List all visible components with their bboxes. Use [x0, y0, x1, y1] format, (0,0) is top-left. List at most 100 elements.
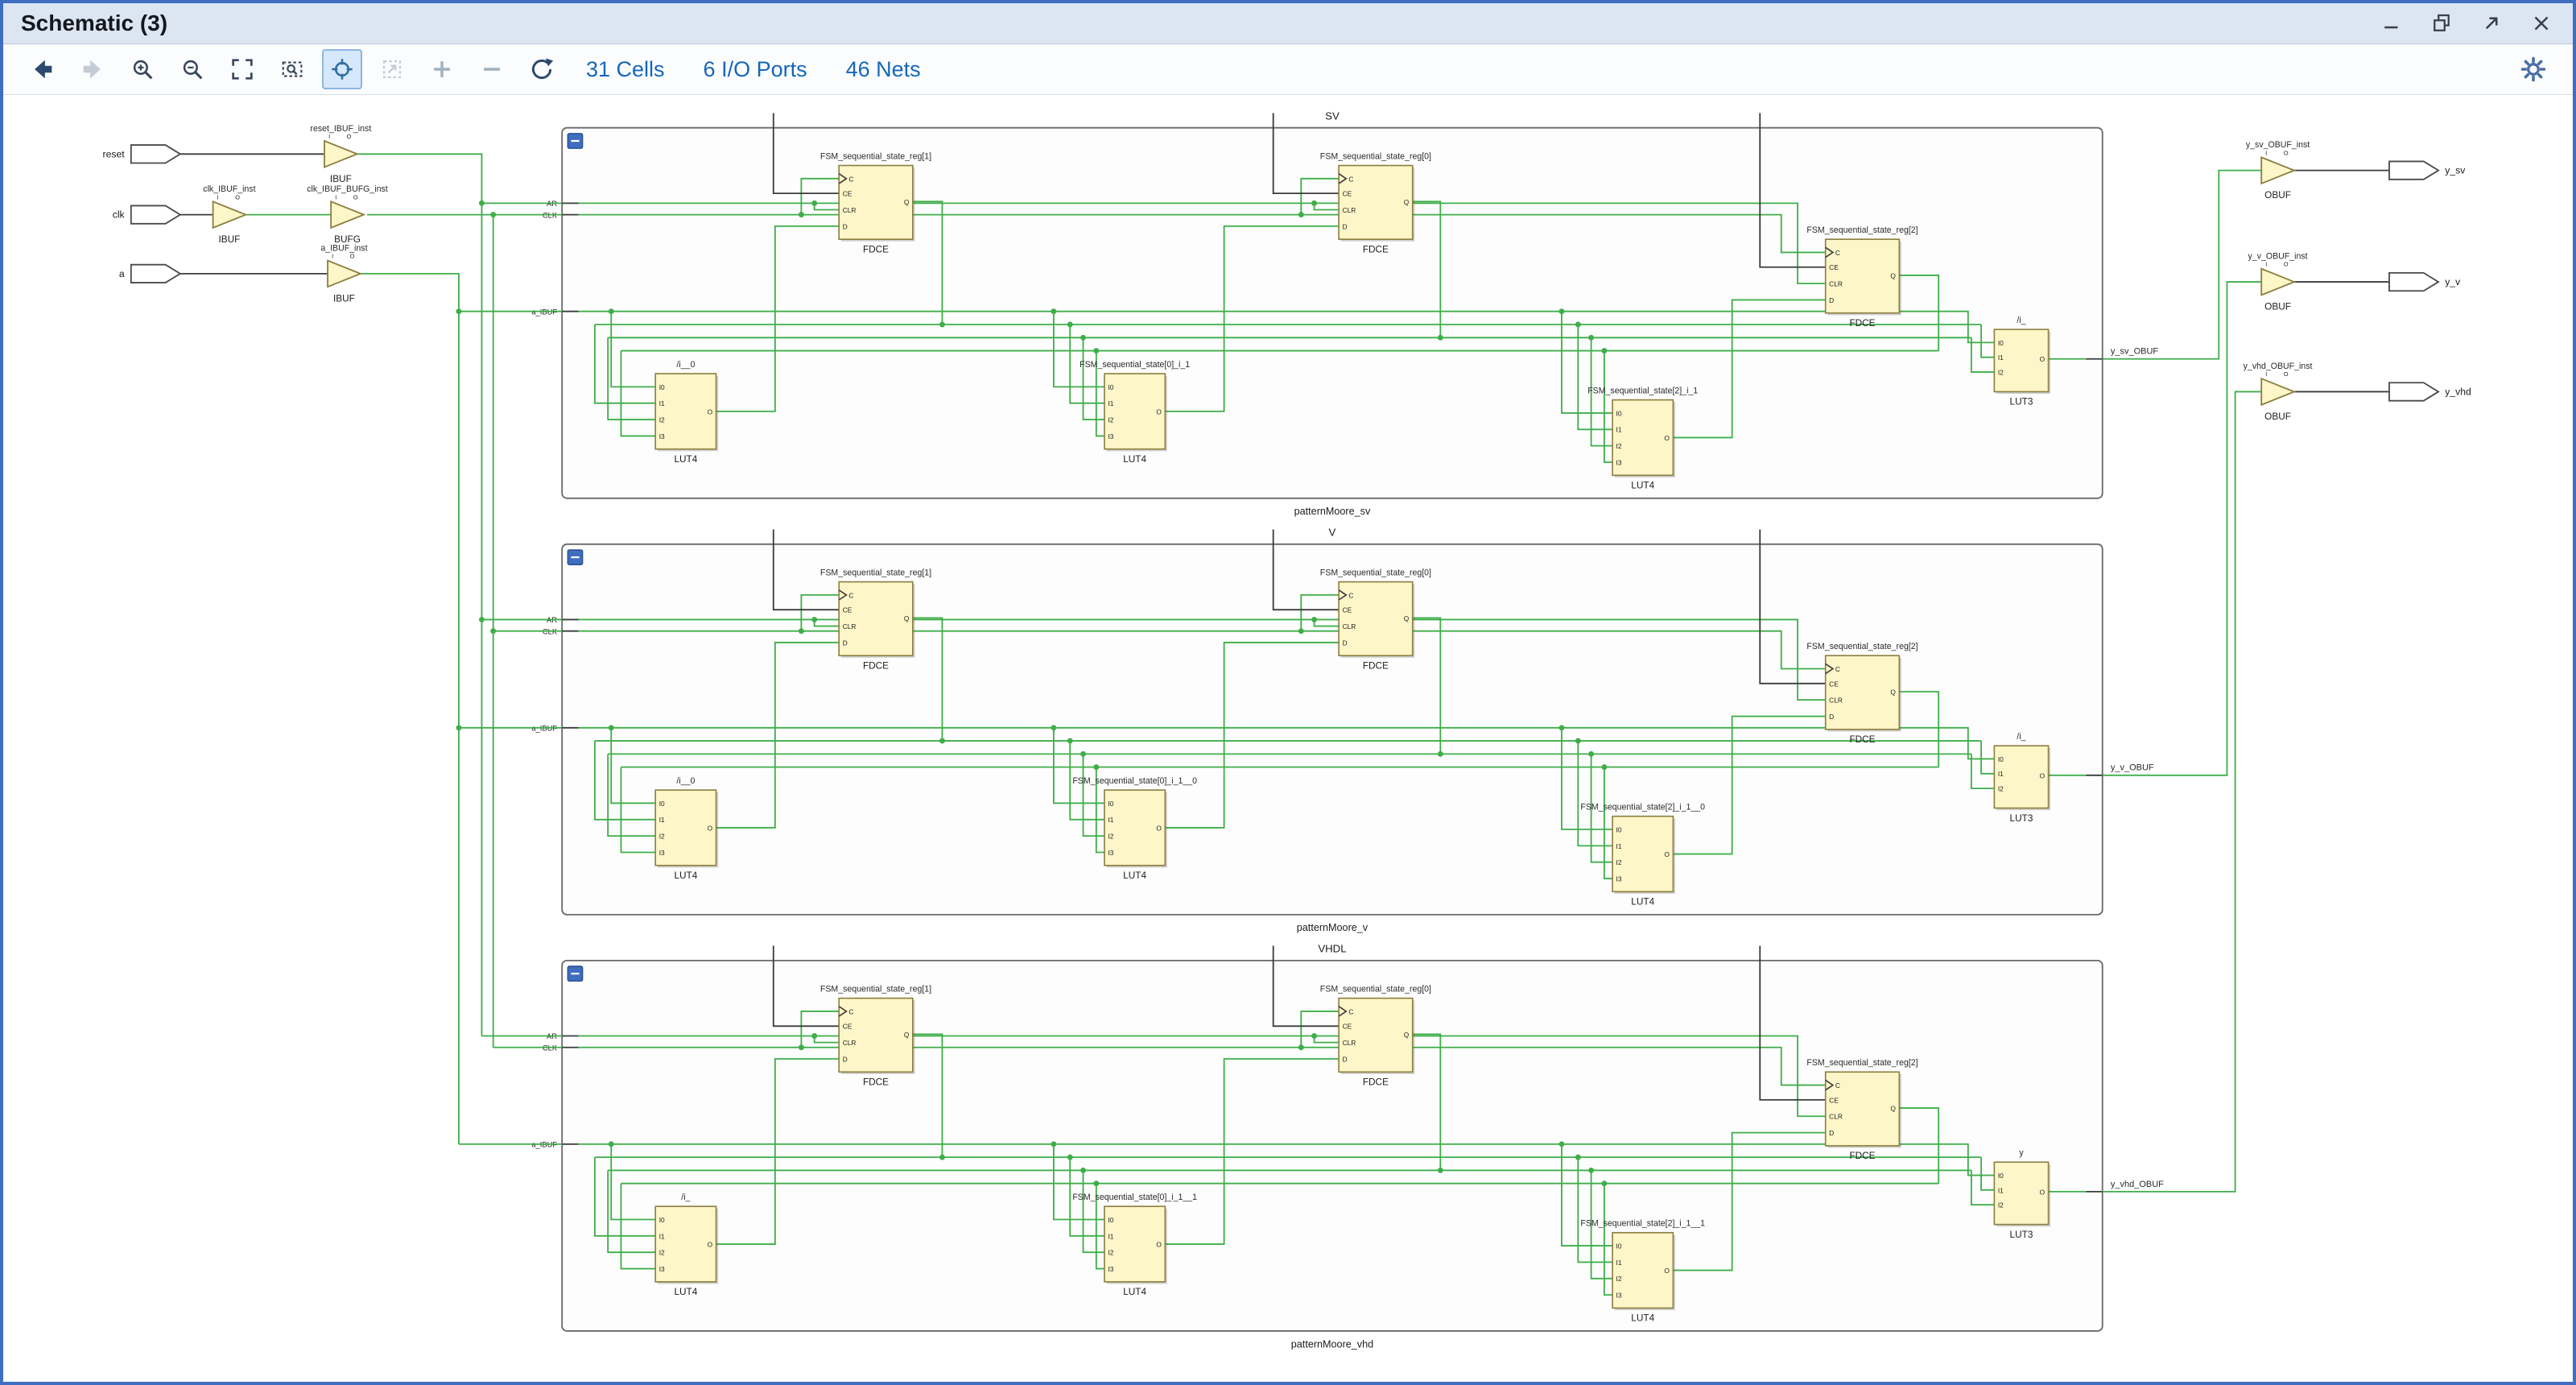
buf-ibuf[interactable] [213, 201, 246, 228]
buf-obuf[interactable] [2261, 157, 2294, 184]
zoom-fit-button[interactable] [222, 49, 262, 89]
net-junction [799, 628, 804, 634]
net-junction [1311, 1033, 1317, 1039]
pin-label: O [350, 253, 355, 260]
pin-label: D [843, 222, 848, 230]
cell-type: FDCE [1849, 734, 1875, 745]
zoom-out-button[interactable] [172, 49, 213, 89]
back-button[interactable] [23, 49, 63, 89]
cell-name: FSM_sequential_state[2]_i_1__1 [1580, 1219, 1705, 1229]
window-title: Schematic (3) [21, 10, 2378, 36]
pin-label: I1 [1998, 353, 2004, 362]
add-button[interactable] [422, 49, 462, 89]
pin-label: I2 [1108, 1249, 1113, 1257]
pin-label: CLR [843, 1039, 857, 1047]
pin-label: O [708, 824, 713, 832]
settings-gear-icon [2519, 55, 2548, 84]
net-label: y_vhd_OBUF [2111, 1180, 2164, 1189]
pin-label: I0 [1616, 1242, 1622, 1251]
net-wire[interactable] [2103, 391, 2261, 1191]
schematic-canvas[interactable]: SVpatternMoore_svARCLKa_IBUFCCECLRDQFSM_… [3, 95, 2573, 1382]
zoom-selection-icon [279, 56, 306, 83]
buf-ibuf[interactable] [328, 261, 361, 287]
output-port-y_v[interactable] [2389, 273, 2438, 291]
nets-link[interactable]: 46 Nets [846, 57, 921, 82]
net-junction [1298, 628, 1304, 634]
zoom-in-button[interactable] [122, 49, 163, 89]
refresh-button[interactable] [522, 49, 562, 89]
net-junction [799, 212, 804, 217]
cell-type: FDCE [863, 243, 889, 254]
io-ports-link[interactable]: 6 I/O Ports [704, 57, 807, 82]
net-wire[interactable] [357, 154, 482, 1036]
net-junction [456, 725, 461, 730]
cell-name: FSM_sequential_state_reg[1] [820, 985, 931, 994]
net-junction [811, 617, 817, 622]
pin-label: I1 [1616, 426, 1622, 434]
pin-label: CLR [1343, 206, 1356, 214]
cell-name: FSM_sequential_state_reg[0] [1320, 985, 1431, 994]
input-port-reset[interactable] [131, 145, 180, 163]
close-icon [2529, 11, 2553, 35]
remove-button[interactable] [472, 49, 512, 89]
maximize-button[interactable] [2478, 10, 2505, 37]
net-wire[interactable] [361, 274, 459, 1144]
minimize-button[interactable] [2378, 10, 2405, 37]
cell-name: /i__0 [676, 360, 695, 370]
cell-name: FSM_sequential_state_reg[1] [820, 568, 931, 577]
output-port-y_sv[interactable] [2389, 161, 2438, 179]
net-junction [1298, 212, 1304, 217]
buf-obuf[interactable] [2261, 269, 2294, 296]
cell-type: FDCE [1363, 659, 1389, 671]
pin-label: O [2284, 261, 2289, 268]
buf-name: y_vhd_OBUF_inst [2244, 362, 2313, 371]
pin-label: I1 [1108, 816, 1113, 824]
float-button[interactable] [2428, 10, 2455, 37]
net-junction [939, 322, 945, 328]
net-junction [939, 1155, 945, 1160]
pin-label: Q [1404, 614, 1410, 622]
pin-label: CE [843, 190, 852, 198]
pin-label: CLR [1829, 1113, 1843, 1121]
pin-label: I [2265, 149, 2267, 156]
cell-name: /i_ [681, 1193, 690, 1202]
pin-label: I1 [1998, 1186, 2004, 1194]
net-junction [1559, 308, 1565, 314]
titlebar[interactable]: Schematic (3) [3, 3, 2573, 44]
cell-type: LUT4 [674, 453, 697, 465]
zoom-selection-button[interactable] [272, 49, 312, 89]
net-junction [1093, 764, 1099, 770]
pin-label: CLR [1829, 697, 1843, 705]
output-port-y_vhd[interactable] [2389, 382, 2438, 400]
buf-name: a_IBUF_inst [320, 243, 367, 253]
settings-button[interactable] [2513, 49, 2553, 89]
cell-name: FSM_sequential_state[2]_i_1__0 [1580, 803, 1705, 812]
forward-button[interactable] [72, 49, 113, 89]
pin-label: Q [904, 198, 910, 206]
net-junction [609, 308, 614, 314]
pin-label: D [1829, 1129, 1834, 1137]
autofit-selection-button[interactable] [322, 49, 362, 89]
pin-label: I0 [659, 800, 665, 808]
net-wire[interactable] [367, 215, 493, 1048]
input-port-a[interactable] [131, 265, 180, 283]
buf-ibuf[interactable] [324, 141, 357, 167]
net-wire[interactable] [2103, 171, 2261, 359]
net-junction [456, 308, 461, 314]
pin-label: I2 [1998, 368, 2004, 376]
expand-selection-button[interactable] [372, 49, 412, 89]
net-junction [1559, 1141, 1565, 1147]
input-port-clk[interactable] [131, 205, 180, 223]
pin-label: I2 [1616, 858, 1622, 866]
schematic-drawing[interactable]: SVpatternMoore_svARCLKa_IBUFCCECLRDQFSM_… [3, 95, 2573, 1382]
cell-type: LUT3 [2010, 812, 2033, 824]
net-junction [479, 201, 485, 206]
net-junction [609, 1141, 614, 1147]
net-junction [490, 212, 496, 217]
buf-name: y_sv_OBUF_inst [2246, 140, 2310, 150]
cells-link[interactable]: 31 Cells [586, 57, 665, 82]
buf-obuf[interactable] [2261, 378, 2294, 405]
pin-label: Q [904, 1031, 910, 1039]
close-button[interactable] [2528, 10, 2555, 37]
buf-bufg[interactable] [331, 201, 364, 228]
